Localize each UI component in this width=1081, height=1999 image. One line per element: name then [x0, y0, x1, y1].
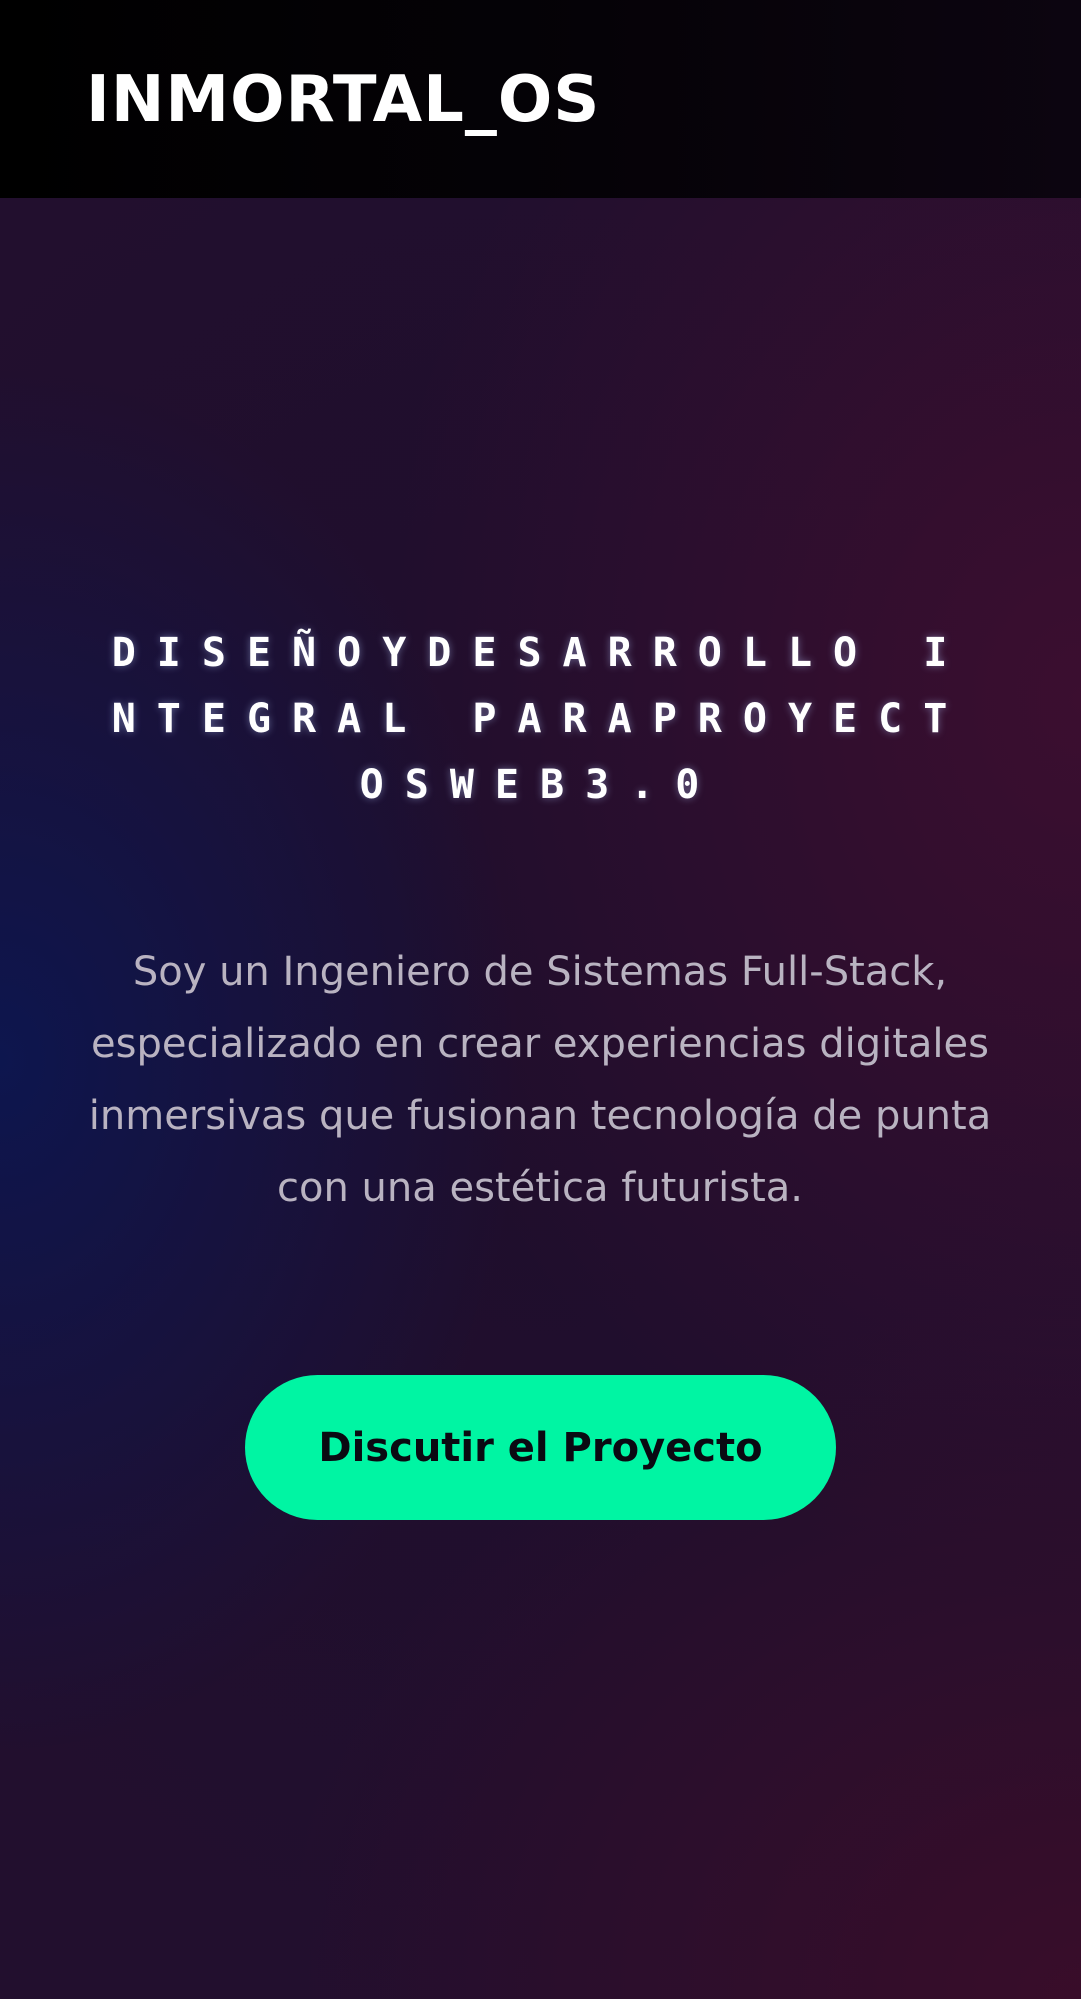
hero-description: Soy un Ingeniero de Sistemas Full-Stack,…: [88, 949, 992, 1211]
hero-title: DISEÑOYDESARROLLO INTEGRAL PARAPROYECTOS…: [111, 630, 969, 808]
discuss-project-button[interactable]: Discutir el Proyecto: [245, 1375, 836, 1520]
site-logo[interactable]: INMORTAL_OS: [86, 60, 600, 140]
site-header: INMORTAL_OS: [0, 0, 1081, 198]
hero-section: DISEÑOYDESARROLLO INTEGRAL PARAPROYECTOS…: [0, 198, 1081, 1999]
